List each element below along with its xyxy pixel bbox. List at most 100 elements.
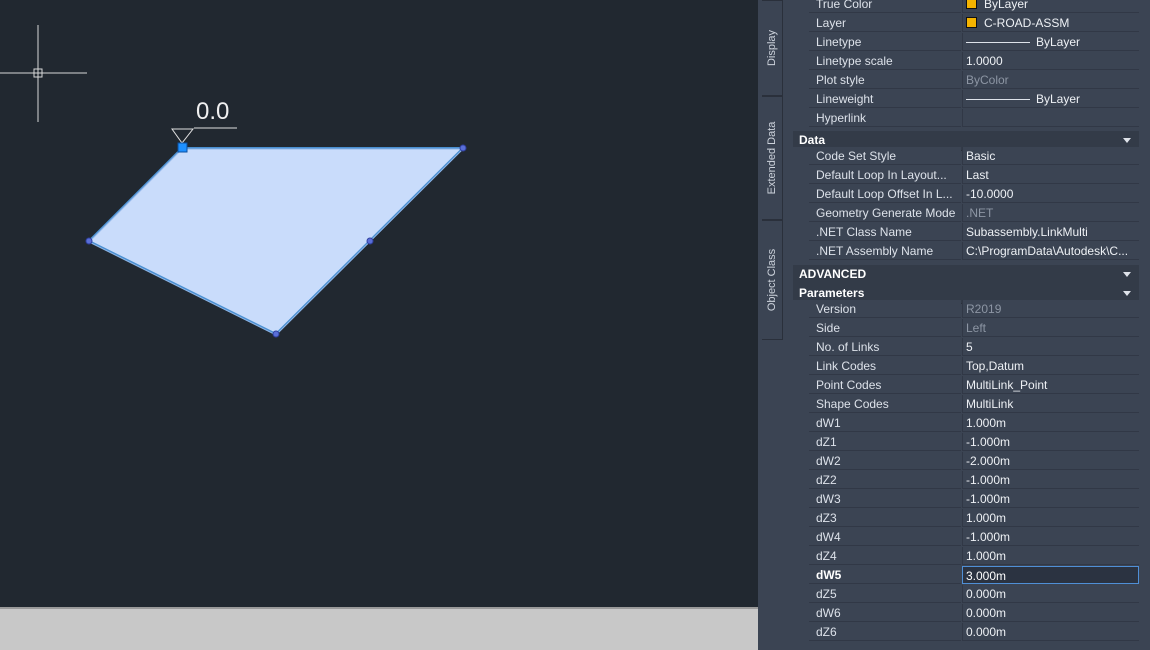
property-row[interactable]: dZ4 1.000m: [793, 547, 1139, 566]
subassembly-shape[interactable]: [87, 147, 466, 336]
property-value[interactable]: MultiLink: [962, 395, 1139, 413]
property-row[interactable]: True Color ByLayer: [793, 0, 1139, 14]
row-gutter: [793, 223, 809, 242]
property-value[interactable]: ByLayer: [962, 90, 1139, 108]
property-value[interactable]: 0.000m: [962, 585, 1139, 603]
property-row[interactable]: dW6 0.000m: [793, 604, 1139, 623]
property-value-text: ByLayer: [1036, 35, 1081, 49]
tab-object-class[interactable]: Object Class: [762, 220, 783, 340]
row-gutter: [793, 300, 809, 319]
property-row[interactable]: dZ3 1.000m: [793, 509, 1139, 528]
vertex-grip[interactable]: [366, 237, 374, 245]
drawing-canvas[interactable]: 0.0: [0, 0, 758, 607]
property-value[interactable]: 0.000m: [962, 604, 1139, 622]
row-gutter: [793, 585, 809, 604]
property-value[interactable]: Basic: [962, 147, 1139, 165]
property-row[interactable]: Shape Codes MultiLink: [793, 395, 1139, 414]
property-value[interactable]: C:\ProgramData\Autodesk\C...: [962, 242, 1139, 260]
property-row[interactable]: dW4 -1.000m: [793, 528, 1139, 547]
property-row[interactable]: Linetype scale 1.0000: [793, 52, 1139, 71]
row-gutter: [793, 566, 809, 585]
property-value[interactable]: 5: [962, 338, 1139, 356]
property-value-text: -1.000m: [966, 473, 1011, 487]
section-header-advanced[interactable]: ADVANCED: [793, 265, 1139, 285]
property-row[interactable]: dZ6 0.000m: [793, 623, 1139, 642]
row-gutter: [793, 204, 809, 223]
property-value[interactable]: Last: [962, 166, 1139, 184]
property-row[interactable]: No. of Links 5: [793, 338, 1139, 357]
property-row[interactable]: dW1 1.000m: [793, 414, 1139, 433]
property-value[interactable]: 1.000m: [962, 414, 1139, 432]
property-value-input[interactable]: 3.000m: [962, 566, 1139, 584]
property-value[interactable]: -1.000m: [962, 471, 1139, 489]
property-value-text: -1.000m: [966, 530, 1011, 544]
property-value-text: MultiLink_Point: [966, 378, 1048, 392]
property-value[interactable]: [962, 109, 1139, 127]
chevron-down-icon[interactable]: [1123, 272, 1131, 277]
property-value[interactable]: 1.000m: [962, 547, 1139, 565]
row-gutter: [793, 147, 809, 166]
property-label: dZ3: [809, 509, 961, 527]
property-value[interactable]: 1.000m: [962, 509, 1139, 527]
property-value-text: 0.000m: [966, 587, 1007, 601]
property-row[interactable]: Plot style ByColor: [793, 71, 1139, 90]
drawing-area[interactable]: 0.0: [0, 0, 758, 607]
property-row[interactable]: Side Left: [793, 319, 1139, 338]
property-value[interactable]: ByLayer: [962, 0, 1139, 13]
property-value-text: R2019: [966, 302, 1002, 316]
property-value[interactable]: -1.000m: [962, 490, 1139, 508]
property-row[interactable]: Point Codes MultiLink_Point: [793, 376, 1139, 395]
property-row[interactable]: Lineweight ByLayer: [793, 90, 1139, 109]
property-value[interactable]: Top,Datum: [962, 357, 1139, 375]
property-row[interactable]: dW5 3.000m: [793, 566, 1139, 585]
vertex-grip[interactable]: [85, 237, 93, 245]
property-value[interactable]: 1.0000: [962, 52, 1139, 70]
property-value[interactable]: -10.0000: [962, 185, 1139, 203]
property-value[interactable]: ByLayer: [962, 33, 1139, 51]
property-row[interactable]: dZ2 -1.000m: [793, 471, 1139, 490]
property-row[interactable]: Version R2019: [793, 300, 1139, 319]
tab-display[interactable]: Display: [762, 0, 783, 96]
color-swatch-icon: [966, 0, 977, 9]
vertex-grip[interactable]: [459, 144, 467, 152]
property-value[interactable]: Subassembly.LinkMulti: [962, 223, 1139, 241]
tab-extended-data[interactable]: Extended Data: [762, 96, 783, 220]
property-label: Linetype scale: [809, 52, 961, 70]
property-value-text: C-ROAD-ASSM: [984, 16, 1070, 30]
property-row[interactable]: Hyperlink: [793, 109, 1139, 128]
property-value[interactable]: MultiLink_Point: [962, 376, 1139, 394]
vertex-grip[interactable]: [272, 330, 280, 338]
property-value-text: -2.000m: [966, 454, 1011, 468]
property-row[interactable]: .NET Assembly Name C:\ProgramData\Autodes…: [793, 242, 1139, 261]
property-row[interactable]: Link Codes Top,Datum: [793, 357, 1139, 376]
property-label: dZ4: [809, 547, 961, 565]
property-row[interactable]: dW2 -2.000m: [793, 452, 1139, 471]
property-value: .NET: [962, 204, 1139, 222]
property-row[interactable]: Layer C-ROAD-ASSM: [793, 14, 1139, 33]
property-row[interactable]: Geometry Generate Mode .NET: [793, 204, 1139, 223]
property-row[interactable]: Code Set Style Basic: [793, 147, 1139, 166]
property-row[interactable]: Default Loop Offset In L... -10.0000: [793, 185, 1139, 204]
property-row[interactable]: dW3 -1.000m: [793, 490, 1139, 509]
tab-object-class-label: Object Class: [766, 248, 778, 312]
chevron-down-icon[interactable]: [1123, 138, 1131, 143]
property-value: ByColor: [962, 71, 1139, 89]
property-value[interactable]: -2.000m: [962, 452, 1139, 470]
chevron-down-icon[interactable]: [1123, 291, 1131, 296]
property-label: No. of Links: [809, 338, 961, 356]
property-value[interactable]: C-ROAD-ASSM: [962, 14, 1139, 32]
property-value-text: .NET: [966, 206, 994, 220]
property-value-text: ByLayer: [984, 0, 1029, 11]
insertion-grip[interactable]: [177, 142, 188, 153]
property-value[interactable]: 0.000m: [962, 623, 1139, 641]
property-row[interactable]: .NET Class Name Subassembly.LinkMulti: [793, 223, 1139, 242]
property-value[interactable]: -1.000m: [962, 528, 1139, 546]
property-label: Geometry Generate Mode: [809, 204, 961, 222]
property-row[interactable]: Linetype ByLayer: [793, 33, 1139, 52]
property-row[interactable]: dZ5 0.000m: [793, 585, 1139, 604]
property-label: Link Codes: [809, 357, 961, 375]
property-row[interactable]: dZ1 -1.000m: [793, 433, 1139, 452]
property-value[interactable]: -1.000m: [962, 433, 1139, 451]
scrollbar[interactable]: [1139, 0, 1150, 650]
property-row[interactable]: Default Loop In Layout... Last: [793, 166, 1139, 185]
